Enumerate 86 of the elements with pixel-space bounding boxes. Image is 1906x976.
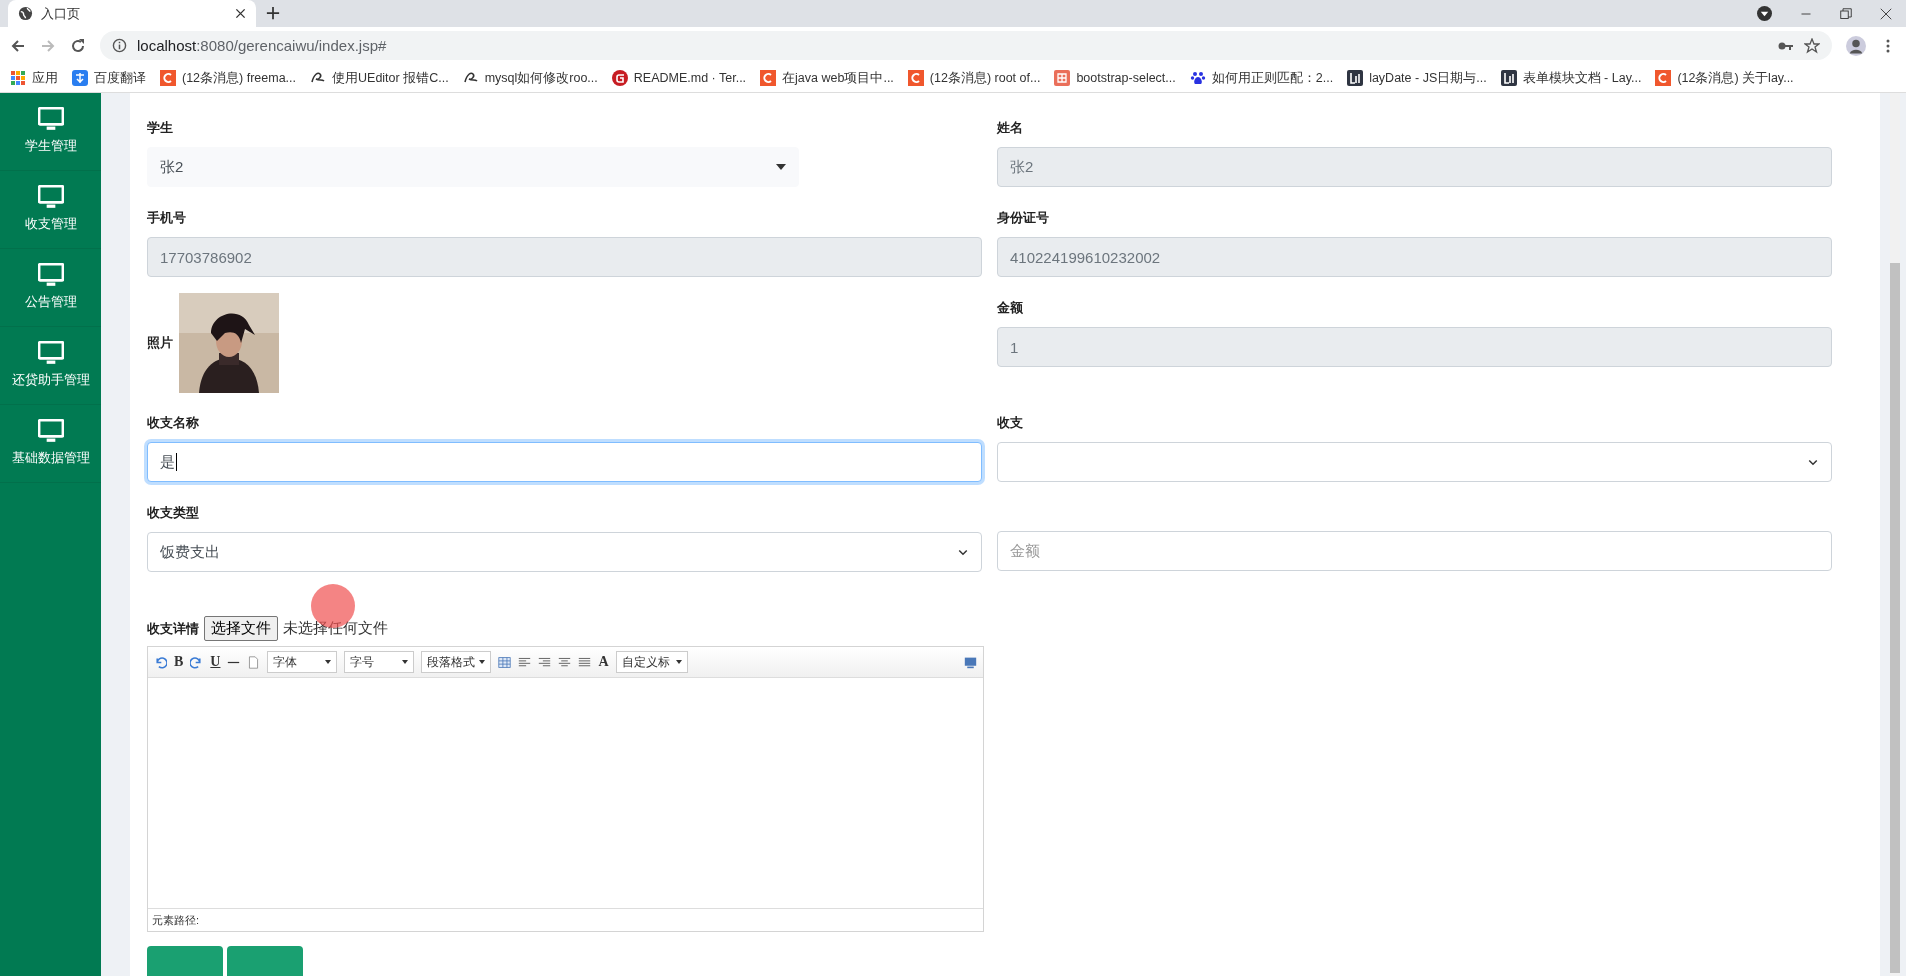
rich-text-editor[interactable]: B U 字体 字号 段落格式 A 自定义标 元素路径: [147, 646, 984, 932]
bookmark[interactable]: (12条消息) 关于lay... [1677, 69, 1794, 87]
sidebar-item[interactable]: 公告管理 [24, 293, 77, 311]
sidebar-item[interactable]: 收支管理 [24, 215, 77, 233]
dropdown[interactable]: 段落格式 [421, 651, 492, 673]
new-tab-icon[interactable] [266, 6, 280, 20]
align-left-icon[interactable] [518, 655, 532, 669]
globe-icon [18, 6, 33, 21]
field-label: 学生 [147, 119, 174, 137]
font-color-button[interactable]: A [598, 654, 609, 670]
select-field[interactable]: 张2 [147, 147, 799, 187]
input-field[interactable]: 张2 [997, 147, 1832, 187]
star-icon[interactable] [1804, 37, 1820, 54]
scrollbar-thumb[interactable] [1890, 263, 1900, 973]
close-icon[interactable] [1880, 7, 1892, 20]
bookmark[interactable]: (12条消息) freema... [182, 69, 297, 87]
bookmark[interactable]: layDate - JS日期与... [1369, 69, 1487, 87]
reload-icon[interactable] [70, 37, 86, 54]
close-icon[interactable] [235, 8, 246, 19]
letter-c-icon [1655, 70, 1672, 86]
monitor-icon [37, 263, 64, 287]
bookmark[interactable]: (12条消息) root of... [929, 69, 1041, 87]
address-bar[interactable]: localhost:8080/gerencaiwu/index.jsp# [100, 31, 1832, 60]
letter-c-icon [760, 70, 777, 86]
underline-button[interactable]: U [210, 654, 221, 670]
bookmark[interactable]: mysql如何修改roo... [484, 69, 598, 87]
dropdown[interactable]: 字体 [267, 651, 338, 673]
avatar-icon[interactable] [1846, 35, 1866, 56]
select-field[interactable] [997, 442, 1832, 482]
choose-file-button[interactable]: 选择文件 [204, 616, 278, 641]
field-label: 金额 [997, 299, 1024, 317]
monitor-icon [37, 185, 64, 209]
bookmark[interactable]: 表单模块文档 - Lay... [1522, 69, 1642, 87]
info-icon [112, 38, 127, 53]
paw-icon [1189, 70, 1206, 86]
restore-icon[interactable] [1840, 7, 1852, 20]
bookmark[interactable]: README.md · Ter... [633, 71, 747, 85]
align-right-icon[interactable] [538, 655, 552, 669]
sidebar-item[interactable]: 基础数据管理 [11, 449, 90, 467]
dropdown[interactable]: 字号 [344, 651, 415, 673]
field-label: 手机号 [147, 209, 187, 227]
redo-icon[interactable] [190, 655, 204, 669]
bookmark[interactable]: 在java web项目中... [782, 69, 894, 87]
field-label: 照片 [147, 333, 173, 352]
input-field[interactable]: 410224199610232002 [997, 237, 1832, 277]
field-label: 收支 [997, 414, 1024, 432]
bookmark[interactable]: bootstrap-select... [1076, 71, 1176, 85]
bookmark[interactable]: 百度翻译 [94, 69, 146, 87]
align-center-icon[interactable] [558, 655, 572, 669]
monitor-icon [37, 419, 64, 443]
letter-c-icon [160, 70, 176, 86]
sidebar-item[interactable]: 还贷助手管理 [11, 371, 90, 389]
dark-square-icon [1347, 70, 1364, 86]
dark-square-icon [1500, 70, 1517, 86]
undo-icon[interactable] [154, 655, 167, 669]
browser-tab[interactable]: 入口页 [8, 0, 256, 27]
bold-button[interactable]: B [174, 654, 184, 670]
monitor-icon [37, 341, 64, 365]
apps-grid-icon [10, 70, 26, 86]
field-label: 收支详情 [147, 619, 199, 638]
letter-c-icon [907, 70, 924, 86]
bookmark[interactable]: 如何用正则匹配：2... [1211, 69, 1334, 87]
translate-icon [72, 70, 88, 86]
gitee-g-icon [611, 70, 628, 86]
input-field[interactable]: 是 [147, 442, 982, 482]
monitor-icon [37, 107, 64, 131]
square-grid-icon [1054, 70, 1071, 86]
justify-icon[interactable] [578, 655, 592, 669]
url-text: localhost:8080/gerencaiwu/index.jsp# [137, 37, 387, 54]
select-field[interactable]: 饭费支出 [147, 532, 982, 572]
input-field[interactable]: 1 [997, 327, 1832, 367]
sidebar-item[interactable]: 学生管理 [24, 137, 77, 155]
bookmark[interactable]: 使用UEditor 报错C... [332, 69, 449, 87]
fullscreen-icon[interactable] [964, 655, 977, 669]
field-label: 姓名 [997, 119, 1024, 137]
field-label: 收支名称 [147, 414, 200, 432]
back-icon[interactable] [10, 37, 26, 54]
field-label: 身份证号 [997, 209, 1050, 227]
dropdown-icon[interactable] [1757, 6, 1772, 21]
input-field[interactable]: 17703786902 [147, 237, 982, 277]
dropdown[interactable]: 自定义标 [615, 651, 688, 673]
table-icon[interactable] [498, 655, 512, 669]
field-label: 收支类型 [147, 504, 200, 522]
page-icon[interactable] [247, 655, 261, 669]
element-path: 元素路径: [152, 912, 200, 928]
bookmark[interactable]: 应用 [32, 69, 58, 87]
